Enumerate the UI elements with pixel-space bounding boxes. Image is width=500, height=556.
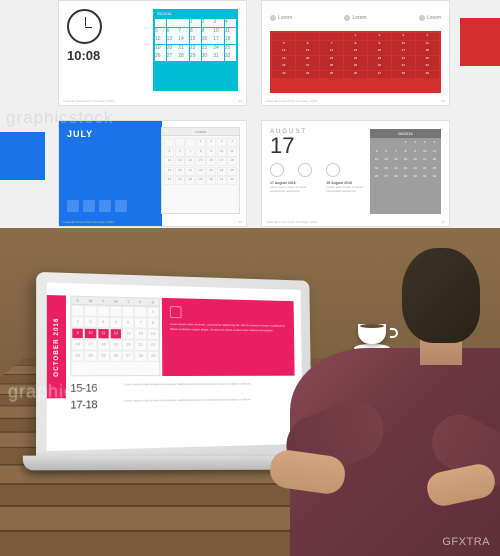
october-calendar: S M T W T F S 12345678910111213141516171… (70, 296, 160, 377)
august-calendar: 08/2016 12345678910111213141516171819202… (370, 129, 441, 213)
slide-footer: Calendar Power Point Template | 2016 (266, 220, 317, 224)
slide-footer: Calendar Power Point Template | 2016 (63, 220, 114, 224)
red-calendar: 1234567891011121314151617181920212223242… (270, 31, 441, 93)
clock-icon (67, 9, 102, 44)
slide-july: JULY 07/2016 123456789101112131415161718… (58, 120, 247, 226)
mockup-photo: graphicstock OCTOBER 2016 S M T W T F (0, 228, 500, 556)
slide-clock-calendar: 10:08 05/2016 12345678910111213141516171… (58, 0, 247, 106)
july-calendar: 07/2016 12345678910111213141516171819202… (161, 127, 240, 213)
month-title: JULY (67, 129, 154, 139)
slide-page: 24 (239, 99, 242, 103)
slide-footer: Calendar Power Point Template | 2016 (266, 99, 317, 103)
slide-red-calendar: Lorem Lorem Lorem 1234567891011121314151… (261, 0, 450, 106)
slide-footer: Calendar Power Point Template | 2016 (63, 99, 114, 103)
feature-icon (83, 200, 95, 212)
site-label: GFXTRA (442, 536, 490, 548)
slide-page: 26 (239, 220, 242, 224)
watermark: graphicstock (6, 108, 113, 128)
feature-icon (115, 200, 127, 212)
person (270, 248, 500, 556)
bag-icon (170, 306, 182, 318)
red-accent-stripe (460, 18, 500, 66)
watermark: graphicstock (8, 382, 121, 403)
blue-accent-stripe (0, 132, 45, 180)
day-number: 17 (270, 135, 375, 157)
feature-icon (67, 200, 79, 212)
slide-page: 27 (442, 220, 445, 224)
time-display: 10:08 (67, 48, 142, 63)
template-preview-area: graphicstock 10:08 05/2016 1234567891011… (0, 0, 500, 228)
teal-calendar: 05/2016 12345678910111213141516171819202… (153, 9, 238, 91)
feature-icon (270, 163, 284, 177)
feature-icon (298, 163, 312, 177)
feature-icon (326, 163, 340, 177)
laptop-screen: OCTOBER 2016 S M T W T F S 1234567891011… (47, 283, 303, 451)
feature-icon (99, 200, 111, 212)
slides-grid: 10:08 05/2016 12345678910111213141516171… (58, 0, 450, 227)
slide-page: 25 (442, 99, 445, 103)
slide-august: AUGUST 17 17 August 2016Lorem ipsum dolo… (261, 120, 450, 226)
